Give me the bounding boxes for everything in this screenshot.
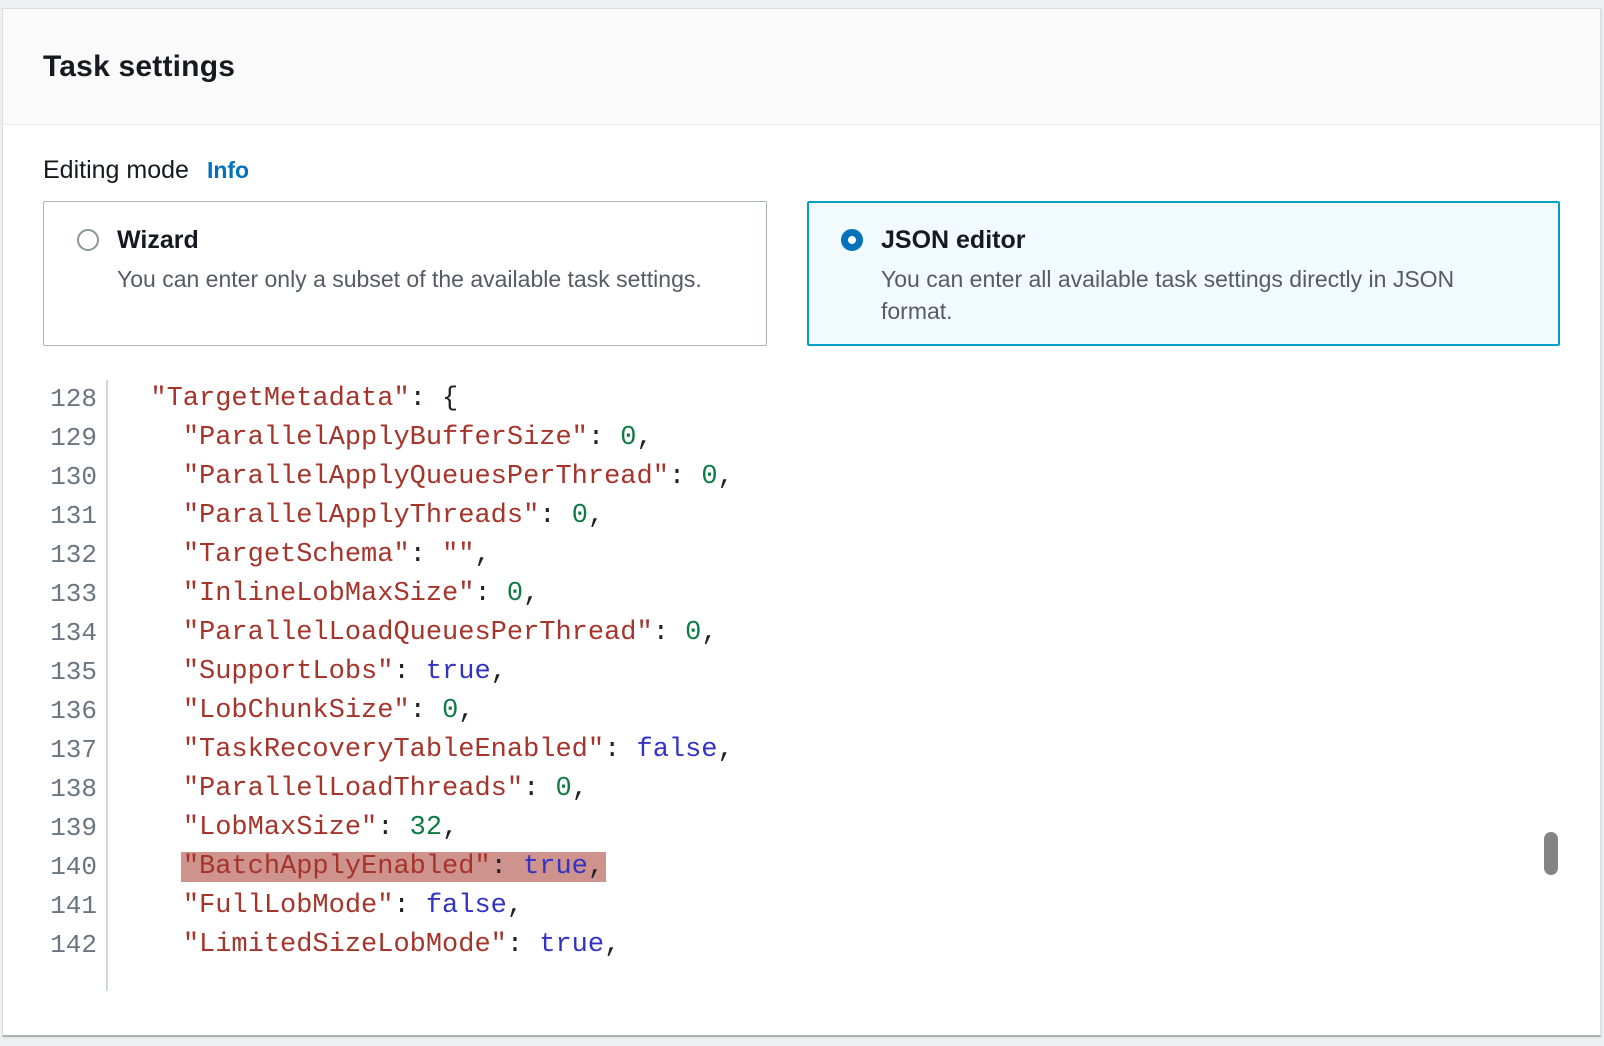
panel-title: Task settings [43,50,235,84]
code-line-text: "SupportLobs": true, [108,653,507,692]
line-number: 130 [43,458,108,497]
code-line: 141 "FullLobMode": false, [43,887,1560,926]
line-number: 136 [43,692,108,731]
line-number: 132 [43,536,108,575]
editor-scrollbar-thumb[interactable] [1544,832,1558,875]
panel-header: Task settings [3,9,1600,125]
code-line: 136 "LobChunkSize": 0, [43,692,1560,731]
code-line-text: "ParallelApplyThreads": 0, [108,497,604,536]
json-editor-option-card[interactable]: JSON editor You can enter all available … [807,201,1560,346]
wizard-option-description: You can enter only a subset of the avail… [117,263,702,295]
code-line: 138 "ParallelLoadThreads": 0, [43,770,1560,809]
code-line-text: "ParallelLoadThreads": 0, [108,770,588,809]
line-number: 140 [43,848,108,887]
code-line: 132 "TargetSchema": "", [43,536,1560,575]
code-line: 134 "ParallelLoadQueuesPerThread": 0, [43,614,1560,653]
code-line: 130 "ParallelApplyQueuesPerThread": 0, [43,458,1560,497]
json-editor-option-text: JSON editor You can enter all available … [881,225,1531,327]
code-line: 142 "LimitedSizeLobMode": true, [43,926,1560,965]
code-line-text: "ParallelApplyBufferSize": 0, [108,419,653,458]
wizard-option-text: Wizard You can enter only a subset of th… [117,225,702,295]
panel-content: Editing mode Info Wizard You can enter o… [3,125,1600,991]
task-settings-panel: Task settings Editing mode Info Wizard Y… [2,8,1601,1037]
line-number: 142 [43,926,108,965]
json-editor-radio-icon[interactable] [841,229,863,251]
editing-mode-options: Wizard You can enter only a subset of th… [43,201,1560,346]
code-line: 139 "LobMaxSize": 32, [43,809,1560,848]
wizard-radio-icon[interactable] [77,229,99,251]
highlighted-code: "BatchApplyEnabled": true, [183,852,604,882]
code-line-text: "TaskRecoveryTableEnabled": false, [108,731,734,770]
code-line-text: "LobMaxSize": 32, [108,809,458,848]
line-number: 141 [43,887,108,926]
line-number: 135 [43,653,108,692]
line-number: 133 [43,575,108,614]
code-line-text: "BatchApplyEnabled": true, [108,848,604,887]
wizard-option-title: Wizard [117,225,702,256]
json-editor-option-description: You can enter all available task setting… [881,263,1531,327]
code-line-text: "ParallelLoadQueuesPerThread": 0, [108,614,718,653]
editing-mode-label: Editing mode [43,156,189,185]
code-lines: 128 "TargetMetadata": {129 "ParallelAppl… [43,380,1560,965]
code-line: 128 "TargetMetadata": { [43,380,1560,419]
code-line: 140 "BatchApplyEnabled": true, [43,848,1560,887]
code-line: 135 "SupportLobs": true, [43,653,1560,692]
wizard-option-card[interactable]: Wizard You can enter only a subset of th… [43,201,767,346]
line-number: 128 [43,380,108,419]
code-line: 129 "ParallelApplyBufferSize": 0, [43,419,1560,458]
line-number: 137 [43,731,108,770]
code-line-text: "ParallelApplyQueuesPerThread": 0, [108,458,734,497]
code-line-text: "InlineLobMaxSize": 0, [108,575,539,614]
info-link[interactable]: Info [207,157,249,184]
code-line: 133 "InlineLobMaxSize": 0, [43,575,1560,614]
editing-mode-row: Editing mode Info [43,156,1560,185]
line-number: 134 [43,614,108,653]
code-line: 131 "ParallelApplyThreads": 0, [43,497,1560,536]
code-line-text: "TargetMetadata": { [108,380,458,419]
line-number: 131 [43,497,108,536]
code-line-text: "LobChunkSize": 0, [108,692,474,731]
code-line-text: "TargetSchema": "", [108,536,491,575]
task-settings-code-editor[interactable]: 128 "TargetMetadata": {129 "ParallelAppl… [43,380,1560,991]
line-number: 129 [43,419,108,458]
line-number: 138 [43,770,108,809]
line-number: 139 [43,809,108,848]
gutter-tail [43,965,108,991]
json-editor-option-title: JSON editor [881,225,1531,256]
code-line-text: "LimitedSizeLobMode": true, [108,926,620,965]
code-line: 137 "TaskRecoveryTableEnabled": false, [43,731,1560,770]
code-line-text: "FullLobMode": false, [108,887,523,926]
